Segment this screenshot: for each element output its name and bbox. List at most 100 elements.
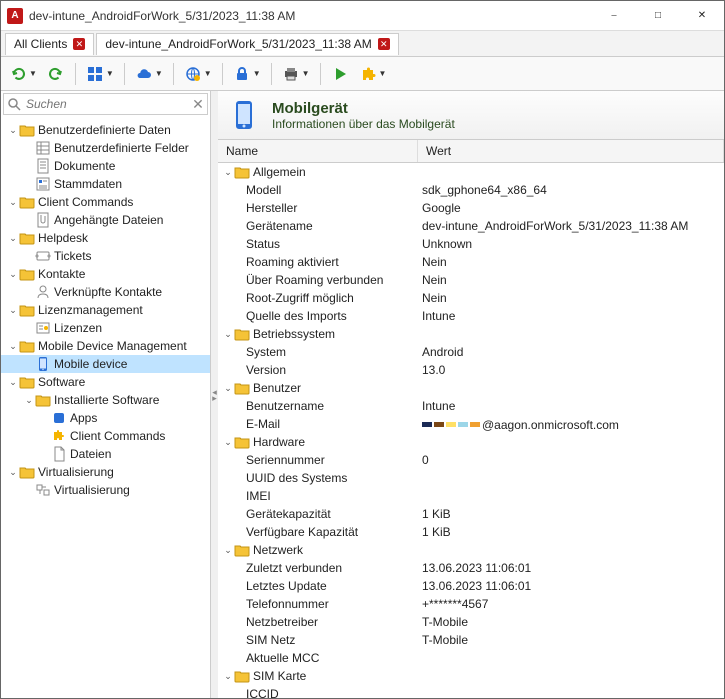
tree-node[interactable]: ⌄ Kontakte xyxy=(1,265,210,283)
group-row[interactable]: ⌄Allgemein xyxy=(218,163,724,181)
property-name: Zuletzt verbunden xyxy=(246,561,342,575)
tiles-button[interactable]: ▼ xyxy=(84,63,116,85)
twisty-icon[interactable]: ⌄ xyxy=(7,341,19,352)
property-value: +*******4567 xyxy=(422,597,488,611)
property-row: Modellsdk_gphone64_x86_64 xyxy=(218,181,724,199)
property-value: Intune xyxy=(422,399,455,413)
cloud-button[interactable]: ▼ xyxy=(133,63,165,85)
property-name: Gerätename xyxy=(246,219,313,233)
property-name: Hersteller xyxy=(246,201,297,215)
tree-label: Software xyxy=(38,375,85,389)
undo-button[interactable]: ▼ xyxy=(7,63,39,85)
separator xyxy=(320,63,321,85)
tree-node[interactable]: ⌄Helpdesk xyxy=(1,229,210,247)
content-area: ✕ ⌄Benutzerdefinierte Daten Benutzerdefin… xyxy=(1,91,724,698)
column-value[interactable]: Wert xyxy=(418,140,724,162)
play-button[interactable] xyxy=(329,63,351,85)
tree-node[interactable]: ⌄ Software xyxy=(1,373,210,391)
twisty-icon[interactable]: ⌄ xyxy=(7,197,19,208)
tree-label: Dateien xyxy=(70,447,111,461)
property-name: Status xyxy=(246,237,280,251)
twisty-icon[interactable]: ⌄ xyxy=(222,545,234,556)
tab-bar: All Clients ✕ dev-intune_AndroidForWork_… xyxy=(1,31,724,57)
separator xyxy=(271,63,272,85)
tree-node[interactable]: Dateien xyxy=(1,445,210,463)
tree-node[interactable]: Mobile device xyxy=(1,355,210,373)
tree-node[interactable]: ⌄Benutzerdefinierte Daten xyxy=(1,121,210,139)
minimize-button[interactable]: – xyxy=(592,1,636,31)
group-row[interactable]: ⌄SIM Karte xyxy=(218,667,724,685)
maximize-button[interactable]: □ xyxy=(636,1,680,31)
tree-node[interactable]: Angehängte Dateien xyxy=(1,211,210,229)
group-row[interactable]: ⌄Betriebssystem xyxy=(218,325,724,343)
twisty-icon[interactable]: ⌄ xyxy=(23,395,35,406)
clear-search-button[interactable]: ✕ xyxy=(189,96,207,113)
tab-all-clients[interactable]: All Clients ✕ xyxy=(5,33,94,55)
tree-label: Kontakte xyxy=(38,267,85,281)
plugin-button[interactable]: ▼ xyxy=(357,63,389,85)
close-icon[interactable]: ✕ xyxy=(73,38,85,50)
grip-icon: ◂▸ xyxy=(212,389,217,401)
property-value: Unknown xyxy=(422,237,472,251)
tree-label: Benutzerdefinierte Felder xyxy=(54,141,189,155)
property-row: Zuletzt verbunden13.06.2023 11:06:01 xyxy=(218,559,724,577)
twisty-icon[interactable]: ⌄ xyxy=(222,671,234,682)
property-name: Hardware xyxy=(253,435,305,449)
close-button[interactable]: ✕ xyxy=(680,1,724,31)
search-input[interactable] xyxy=(24,95,189,113)
twisty-icon[interactable]: ⌄ xyxy=(222,437,234,448)
search-icon xyxy=(4,97,24,111)
splitter[interactable]: ◂▸ xyxy=(211,91,218,698)
tree-node[interactable]: ⌄Lizenzmanagement xyxy=(1,301,210,319)
globe-button[interactable]: ▼ xyxy=(182,63,214,85)
property-name: Roaming aktiviert xyxy=(246,255,339,269)
redo-button[interactable] xyxy=(45,63,67,85)
property-name: Verfügbare Kapazität xyxy=(246,525,358,539)
property-row: Letztes Update13.06.2023 11:06:01 xyxy=(218,577,724,595)
close-icon[interactable]: ✕ xyxy=(378,38,390,50)
folder-icon xyxy=(234,380,250,396)
tree-node[interactable]: Tickets xyxy=(1,247,210,265)
tree-label: Mobile Device Management xyxy=(38,339,187,353)
tree-node[interactable]: Virtualisierung xyxy=(1,481,210,499)
twisty-icon[interactable]: ⌄ xyxy=(222,383,234,394)
twisty-icon[interactable]: ⌄ xyxy=(7,305,19,316)
twisty-icon[interactable]: ⌄ xyxy=(222,167,234,178)
twisty-icon[interactable]: ⌄ xyxy=(7,233,19,244)
group-row[interactable]: ⌄ Netzwerk xyxy=(218,541,724,559)
tree-node[interactable]: Client Commands xyxy=(1,427,210,445)
tree-node[interactable]: Benutzerdefinierte Felder xyxy=(1,139,210,157)
tab-active-device[interactable]: dev-intune_AndroidForWork_5/31/2023_11:3… xyxy=(96,33,398,55)
property-row: Roaming aktiviertNein xyxy=(218,253,724,271)
column-name[interactable]: Name xyxy=(218,140,418,162)
tree-node[interactable]: Lizenzen xyxy=(1,319,210,337)
tree-node[interactable]: Apps xyxy=(1,409,210,427)
nav-tree[interactable]: ⌄Benutzerdefinierte Daten Benutzerdefinie… xyxy=(1,117,210,698)
tree-node[interactable]: Dokumente xyxy=(1,157,210,175)
tiles-icon xyxy=(86,65,104,83)
tree-node[interactable]: Verknüpfte Kontakte xyxy=(1,283,210,301)
twisty-icon[interactable]: ⌄ xyxy=(7,269,19,280)
tree-node[interactable]: Stammdaten xyxy=(1,175,210,193)
censored-value: @aagon.onmicrosoft.com xyxy=(422,418,619,432)
twisty-icon[interactable]: ⌄ xyxy=(7,125,19,136)
lock-button[interactable]: ▼ xyxy=(231,63,263,85)
chevron-down-icon: ▼ xyxy=(204,69,212,78)
twisty-icon[interactable]: ⌄ xyxy=(7,377,19,388)
print-button[interactable]: ▼ xyxy=(280,63,312,85)
panel-header: Mobilgerät Informationen über das Mobilg… xyxy=(218,91,724,140)
tree-node[interactable]: ⌄Installierte Software xyxy=(1,391,210,409)
folder-icon xyxy=(19,122,35,138)
property-name: Netzwerk xyxy=(253,543,303,557)
tree-node[interactable]: ⌄ Mobile Device Management xyxy=(1,337,210,355)
twisty-icon[interactable]: ⌄ xyxy=(7,467,19,478)
property-grid[interactable]: Name Wert ⌄AllgemeinModellsdk_gphone64_x… xyxy=(218,140,724,698)
property-row: Version13.0 xyxy=(218,361,724,379)
tree-label: Stammdaten xyxy=(54,177,122,191)
tree-node[interactable]: ⌄Virtualisierung xyxy=(1,463,210,481)
twisty-icon[interactable]: ⌄ xyxy=(222,329,234,340)
tree-node[interactable]: ⌄Client Commands xyxy=(1,193,210,211)
property-row: Telefonnummer+*******4567 xyxy=(218,595,724,613)
group-row[interactable]: ⌄ Hardware xyxy=(218,433,724,451)
group-row[interactable]: ⌄Benutzer xyxy=(218,379,724,397)
